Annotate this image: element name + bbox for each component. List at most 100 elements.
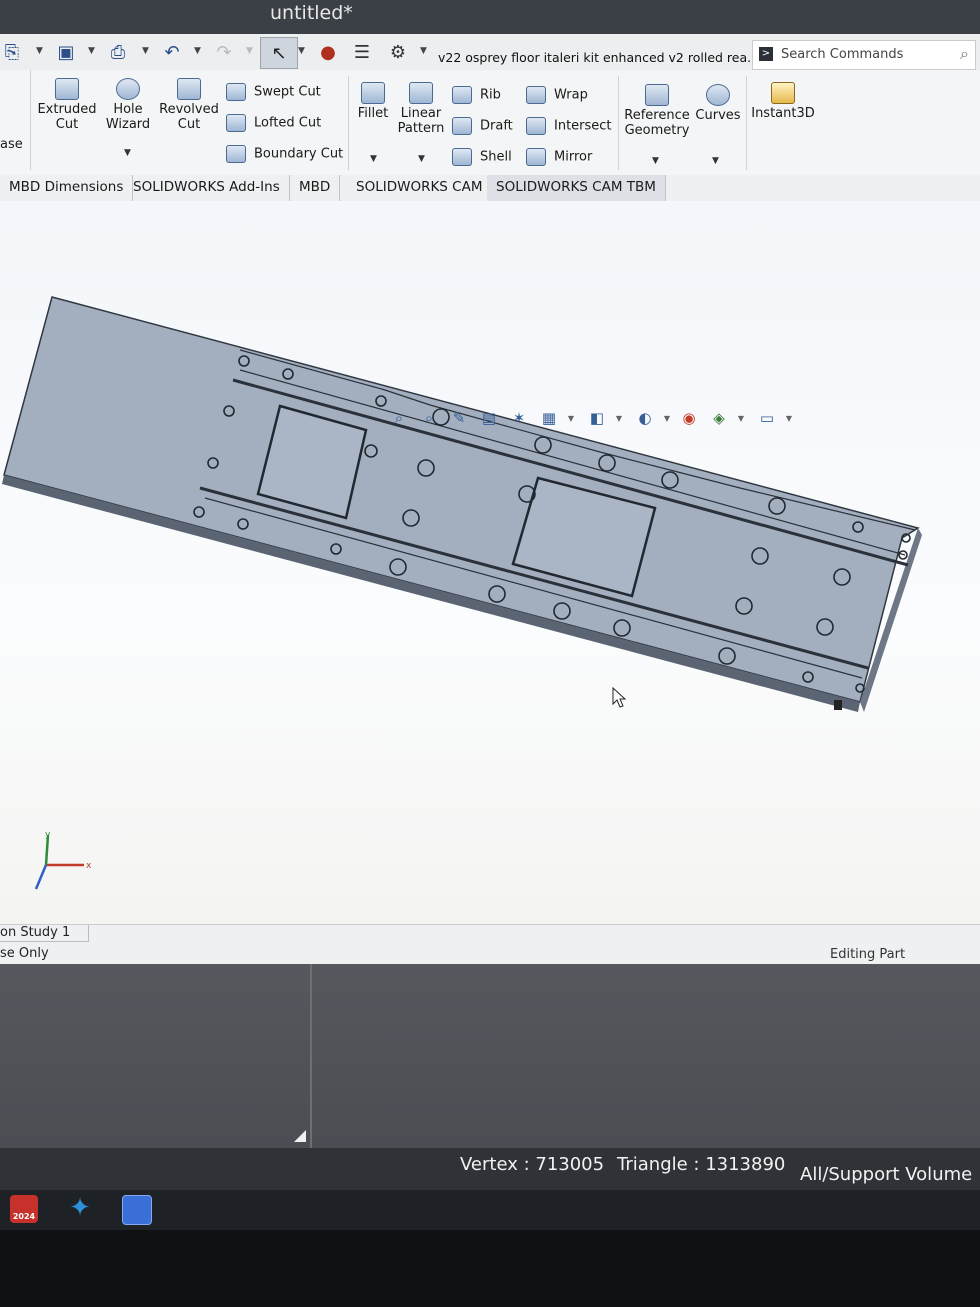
view-settings-icon[interactable]: ▭ <box>756 407 778 429</box>
reference-geometry-dropdown-icon[interactable]: ▼ <box>652 156 659 166</box>
search-commands-box[interactable]: > Search Commands ⌕ <box>752 40 976 70</box>
boundary-cut-label: Boundary Cut <box>254 146 344 162</box>
boundary-cut-button[interactable]: Boundary Cut <box>226 145 343 163</box>
edit-appearance-icon[interactable]: ◉ <box>678 407 700 429</box>
view-orientation-icon[interactable]: ▦ <box>538 407 560 429</box>
viewer-taskbar-icon[interactable] <box>122 1195 152 1225</box>
fillet-button[interactable]: Fillet <box>354 82 392 121</box>
document-name: v22 osprey floor italeri kit enhanced v2… <box>438 50 760 65</box>
ribbon-divider <box>348 76 349 170</box>
window-title: untitled* <box>270 2 353 24</box>
reference-triad: x y <box>34 831 92 890</box>
undo-dropdown-icon[interactable]: ▼ <box>194 46 201 56</box>
solidworks-version-label: 2024 <box>12 1212 36 1221</box>
linear-pattern-button[interactable]: Linear Pattern <box>396 82 446 136</box>
view-orientation-dropdown-icon[interactable]: ▼ <box>560 407 582 429</box>
revolved-cut-button[interactable]: Revolved Cut <box>158 78 220 132</box>
new-document-icon[interactable]: ⎘ <box>0 40 24 64</box>
vertex-count: Vertex : 713005 <box>460 1154 605 1175</box>
pane-splitter[interactable] <box>310 964 312 1148</box>
linear-pattern-label-1: Linear <box>400 106 442 121</box>
solidworks-taskbar-icon[interactable]: 2024 <box>10 1195 38 1223</box>
zoom-to-fit-icon[interactable]: ⌕ <box>388 407 410 429</box>
draft-button[interactable]: Draft <box>452 117 513 135</box>
rebuild-icon[interactable]: ● <box>316 40 340 64</box>
tab-mbd[interactable]: MBD <box>290 175 341 201</box>
swept-cut-icon <box>226 83 246 101</box>
ribbon-divider <box>618 76 619 170</box>
redo-icon[interactable]: ↷ <box>212 40 236 64</box>
triad-z-axis <box>34 864 48 890</box>
apply-scene-icon[interactable]: ◈ <box>708 407 730 429</box>
ribbon-partial-label: ase <box>0 137 23 152</box>
resize-grip-icon[interactable] <box>294 1130 306 1142</box>
taskbar: 2024 ✦ <box>0 1190 980 1230</box>
tab-solidworks-cam-tbm[interactable]: SOLIDWORKS CAM TBM <box>487 175 666 201</box>
curves-label: Curves <box>695 108 741 123</box>
curves-dropdown-icon[interactable]: ▼ <box>712 156 719 166</box>
hole-wizard-button[interactable]: Hole Wizard <box>100 78 156 132</box>
app-taskbar-icon[interactable]: ✦ <box>66 1195 94 1223</box>
print-dropdown-icon[interactable]: ▼ <box>142 46 149 56</box>
draft-icon <box>452 117 472 135</box>
rib-button[interactable]: Rib <box>452 86 501 104</box>
lofted-cut-button[interactable]: Lofted Cut <box>226 114 321 132</box>
select-dropdown-icon[interactable]: ▼ <box>298 46 305 56</box>
redo-dropdown-icon[interactable]: ▼ <box>246 46 253 56</box>
linear-pattern-icon <box>409 82 433 104</box>
monitor-bezel <box>0 1230 980 1307</box>
motion-study-bar: on Study 1 se Only Editing Part <box>0 924 980 965</box>
intersect-button[interactable]: Intersect <box>526 117 612 135</box>
hide-show-items-icon[interactable]: ◐ <box>634 407 656 429</box>
save-icon[interactable]: ▣ <box>54 40 78 64</box>
instant3d-button[interactable]: Instant3D <box>750 82 816 121</box>
dynamic-annotation-icon[interactable]: ✶ <box>508 407 530 429</box>
mirror-button[interactable]: Mirror <box>526 148 592 166</box>
hole-wizard-dropdown-icon[interactable]: ▼ <box>124 148 131 158</box>
wrap-label: Wrap <box>554 87 588 103</box>
shell-button[interactable]: Shell <box>452 148 512 166</box>
curves-button[interactable]: Curves <box>694 84 742 123</box>
file-properties-icon[interactable]: ☰ <box>350 40 374 64</box>
reference-geometry-label-2: Geometry <box>624 123 690 138</box>
motion-study-tab[interactable]: on Study 1 <box>0 925 90 942</box>
select-cursor-icon[interactable]: ↖ <box>260 37 298 69</box>
mirror-icon <box>526 148 546 166</box>
triad-y-label: y <box>45 831 51 840</box>
linear-pattern-dropdown-icon[interactable]: ▼ <box>418 154 425 164</box>
triangle-count: Triangle : 1313890 <box>617 1154 786 1175</box>
part-model[interactable] <box>0 201 980 924</box>
display-style-icon[interactable]: ◧ <box>586 407 608 429</box>
tab-solidworks-cam[interactable]: SOLIDWORKS CAM <box>347 175 493 201</box>
undo-icon[interactable]: ↶ <box>160 40 184 64</box>
options-gear-icon[interactable]: ⚙ <box>386 40 410 64</box>
hole-wizard-label-2: Wizard <box>105 117 151 132</box>
graphics-area[interactable]: ⌕ ⌕ ✎ ▤ ✶ ▦ ▼ ◧ ▼ ◐ ▼ ◉ ◈ ▼ ▭ ▼ x y <box>0 201 980 924</box>
tab-mbd-dimensions[interactable]: MBD Dimensions <box>0 175 134 201</box>
fillet-dropdown-icon[interactable]: ▼ <box>370 154 377 164</box>
mouse-cursor-icon <box>612 687 627 708</box>
new-dropdown-icon[interactable]: ▼ <box>36 46 43 56</box>
options-dropdown-icon[interactable]: ▼ <box>420 46 427 56</box>
print-icon[interactable]: ⎙ <box>106 40 130 64</box>
display-style-dropdown-icon[interactable]: ▼ <box>608 407 630 429</box>
command-manager-ribbon: ase Extruded Cut Hole Wizard ▼ Revolved … <box>0 70 980 175</box>
tab-solidworks-add-ins[interactable]: SOLIDWORKS Add-Ins <box>124 175 290 201</box>
previous-view-icon[interactable]: ✎ <box>448 407 470 429</box>
extruded-cut-icon <box>55 78 79 100</box>
extruded-cut-label-2: Cut <box>55 117 79 132</box>
command-manager-tabs: MBD Dimensions SOLIDWORKS Add-Ins MBD SO… <box>0 175 980 202</box>
extruded-cut-button[interactable]: Extruded Cut <box>36 78 98 132</box>
section-view-icon[interactable]: ▤ <box>478 407 500 429</box>
search-icon[interactable]: ⌕ <box>960 44 969 64</box>
view-settings-dropdown-icon[interactable]: ▼ <box>778 407 800 429</box>
save-dropdown-icon[interactable]: ▼ <box>88 46 95 56</box>
swept-cut-button[interactable]: Swept Cut <box>226 83 321 101</box>
wrap-icon <box>526 86 546 104</box>
hide-show-dropdown-icon[interactable]: ▼ <box>656 407 678 429</box>
zoom-to-area-icon[interactable]: ⌕ <box>418 407 440 429</box>
rib-label: Rib <box>480 87 501 103</box>
wrap-button[interactable]: Wrap <box>526 86 588 104</box>
reference-geometry-button[interactable]: Reference Geometry <box>624 84 690 138</box>
apply-scene-dropdown-icon[interactable]: ▼ <box>730 407 752 429</box>
